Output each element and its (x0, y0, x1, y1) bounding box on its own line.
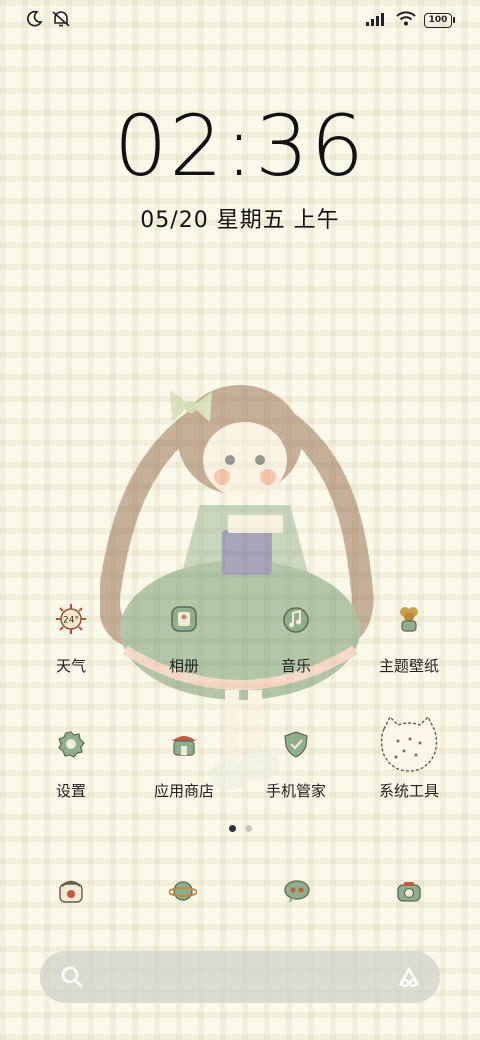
gallery-icon (167, 602, 201, 636)
app-weather[interactable]: 24° 天气 (15, 602, 127, 676)
app-label: 设置 (55, 782, 86, 800)
app-themes[interactable]: 主题壁纸 (353, 602, 465, 676)
app-store-icon (167, 727, 201, 761)
app-label: 音乐 (280, 657, 311, 675)
wifi-icon (396, 11, 416, 30)
assistant-icon[interactable] (396, 965, 422, 993)
page-dot-active (228, 825, 236, 832)
app-label: 主题壁纸 (378, 657, 439, 675)
app-label: 相册 (168, 657, 199, 675)
mute-icon (51, 10, 71, 31)
app-music[interactable]: 音乐 (240, 602, 352, 676)
search-icon (60, 965, 84, 993)
search-bar[interactable] (40, 951, 440, 1003)
app-label: 手机管家 (265, 782, 326, 800)
folder-system-tools[interactable]: 系统工具 (353, 711, 465, 801)
camera-icon[interactable] (392, 874, 426, 908)
weather-icon: 24° (54, 602, 88, 636)
page-indicator (0, 825, 480, 832)
app-gallery[interactable]: 相册 (128, 602, 240, 676)
browser-icon[interactable] (166, 874, 200, 908)
theme-icon (392, 602, 426, 636)
battery-level: 100 (428, 15, 448, 25)
system-tools-folder-icon (376, 711, 442, 777)
page-dot (244, 825, 252, 832)
app-settings[interactable]: 设置 (15, 727, 127, 801)
app-label: 系统工具 (378, 782, 439, 800)
lockscreen-clock: 02:36 (113, 97, 367, 195)
phone-icon[interactable] (54, 874, 88, 908)
settings-icon (54, 727, 88, 761)
security-icon (279, 727, 313, 761)
weather-temperature: 24° (63, 616, 79, 626)
app-security[interactable]: 手机管家 (240, 727, 352, 801)
app-store[interactable]: 应用商店 (128, 727, 240, 801)
music-icon (279, 602, 313, 636)
messages-icon[interactable] (280, 874, 314, 908)
signal-icon (366, 11, 388, 30)
app-label: 应用商店 (153, 782, 214, 800)
moon-icon (26, 10, 43, 31)
status-bar: 100 (0, 0, 480, 40)
app-label: 天气 (55, 657, 86, 675)
lockscreen-date: 05/20 星期五 上午 (140, 208, 340, 233)
battery-icon: 100 (424, 13, 455, 28)
